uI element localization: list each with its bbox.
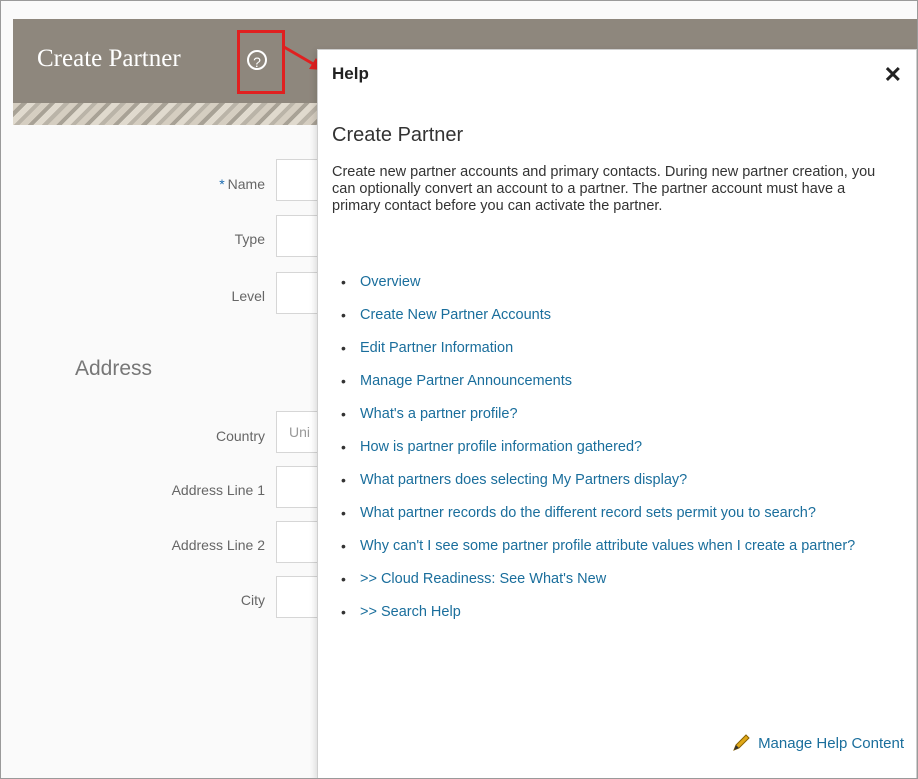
help-link-partner-profile[interactable]: What's a partner profile? <box>360 406 518 422</box>
list-item: What partners does selecting My Partners… <box>332 472 902 489</box>
help-link-search-help[interactable]: >> Search Help <box>360 604 461 620</box>
help-link-my-partners-display[interactable]: What partners does selecting My Partners… <box>360 472 687 488</box>
level-label: Level <box>231 288 265 304</box>
help-link-profile-attribute-values[interactable]: Why can't I see some partner profile att… <box>360 538 855 554</box>
type-label: Type <box>234 231 265 247</box>
list-item: What partner records do the different re… <box>332 505 902 522</box>
country-label: Country <box>215 428 265 444</box>
help-popup: Help ✕ Create Partner Create new partner… <box>317 49 917 778</box>
help-heading: Help <box>332 64 369 83</box>
list-item: What's a partner profile? <box>332 406 902 423</box>
page-title: Create Partner <box>37 45 181 72</box>
list-item: Manage Partner Announcements <box>332 373 902 390</box>
help-topic-title: Create Partner <box>332 124 464 146</box>
address-line-1-label: Address Line 1 <box>171 482 265 498</box>
list-item: >> Cloud Readiness: See What's New <box>332 571 902 588</box>
pencil-icon <box>733 734 750 751</box>
help-links-list: Overview Create New Partner Accounts Edi… <box>332 274 902 621</box>
help-link-edit-partner-information[interactable]: Edit Partner Information <box>360 340 513 356</box>
help-topic-description: Create new partner accounts and primary … <box>332 164 876 214</box>
list-item: Overview <box>332 274 902 291</box>
manage-help-content-label: Manage Help Content <box>758 734 904 752</box>
list-item: How is partner profile information gathe… <box>332 439 902 456</box>
help-link-record-sets-search[interactable]: What partner records do the different re… <box>360 505 816 521</box>
list-item: Create New Partner Accounts <box>332 307 902 324</box>
manage-help-content-link[interactable]: Manage Help Content <box>730 732 904 754</box>
close-icon[interactable]: ✕ <box>884 62 902 88</box>
address-section-title: Address <box>75 357 153 380</box>
help-link-cloud-readiness[interactable]: >> Cloud Readiness: See What's New <box>360 571 606 587</box>
help-link-manage-partner-announcements[interactable]: Manage Partner Announcements <box>360 373 572 389</box>
list-item: >> Search Help <box>332 604 902 621</box>
help-link-overview[interactable]: Overview <box>360 274 420 290</box>
help-link-profile-information-gathered[interactable]: How is partner profile information gathe… <box>360 439 642 455</box>
help-link-create-new-partner-accounts[interactable]: Create New Partner Accounts <box>360 307 551 323</box>
annotation-highlight-box <box>237 30 285 94</box>
list-item: Edit Partner Information <box>332 340 902 357</box>
name-label: * Name <box>219 176 265 192</box>
app-frame: Create Partner ? * Name Type Level Addres… <box>0 0 918 779</box>
city-label: City <box>240 592 265 608</box>
list-item: Why can't I see some partner profile att… <box>332 538 902 555</box>
address-line-2-label: Address Line 2 <box>171 537 265 553</box>
